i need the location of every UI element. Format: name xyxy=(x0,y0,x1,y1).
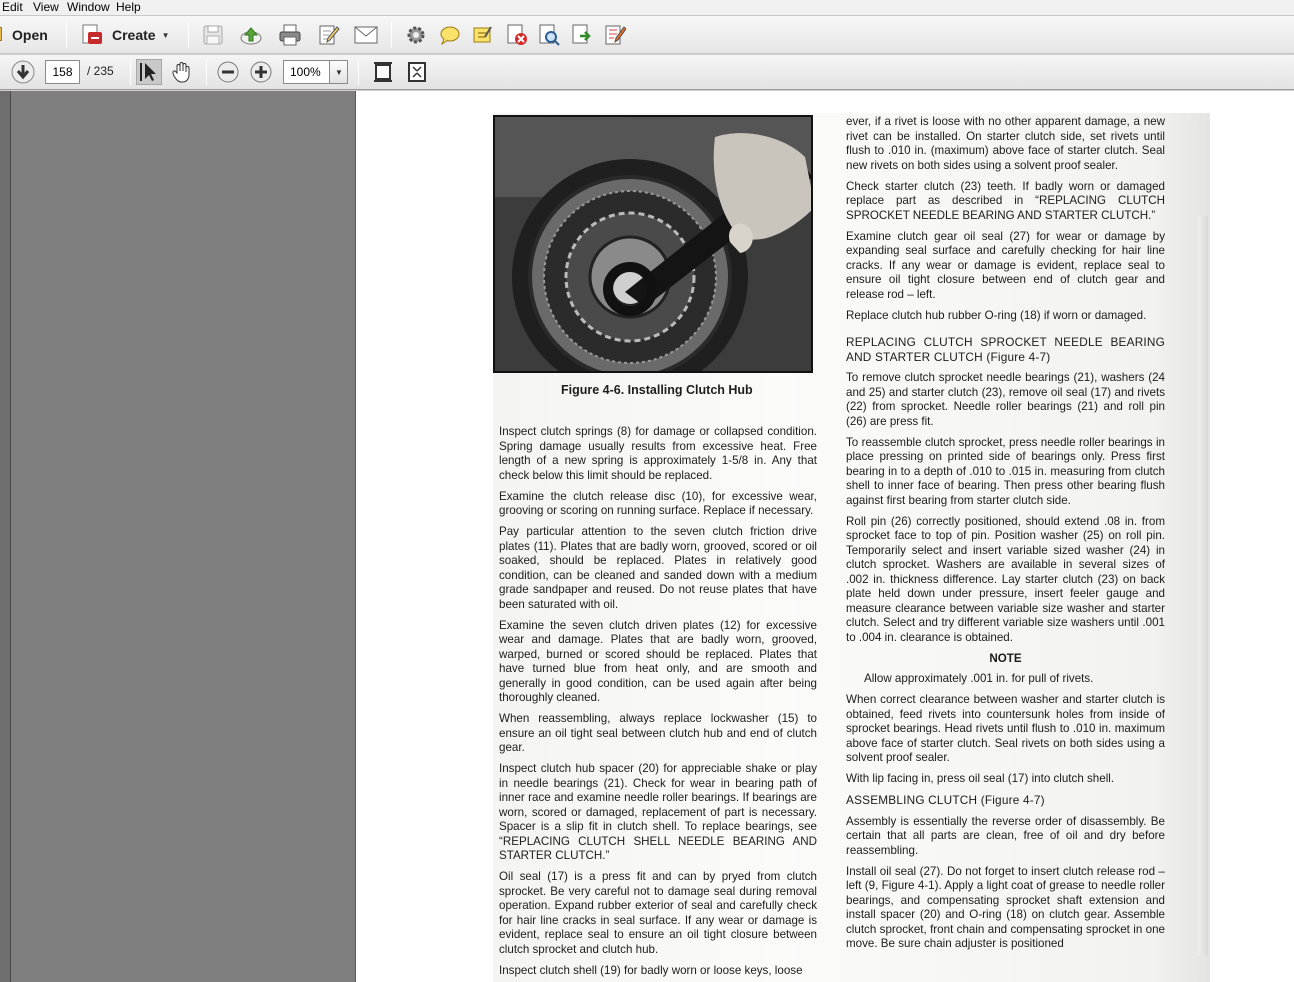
paragraph: Examine the seven clutch driven plates (… xyxy=(499,618,817,705)
toolbar-separator xyxy=(391,22,392,48)
zoom-in-icon[interactable] xyxy=(250,61,272,83)
paragraph: Assembly is essentially the reverse orde… xyxy=(846,814,1165,857)
find-icon[interactable] xyxy=(538,24,560,46)
hand-tool-icon[interactable] xyxy=(170,60,194,84)
open-button[interactable]: Open xyxy=(0,24,48,46)
menu-window[interactable]: Window xyxy=(67,0,110,14)
paragraph: Oil seal (17) is a press fit and can by … xyxy=(499,870,817,956)
sign-icon[interactable] xyxy=(604,24,626,46)
figure-photo-clutch-hub xyxy=(493,115,813,373)
upload-icon[interactable] xyxy=(239,24,263,46)
zoom-dropdown[interactable]: ▼ xyxy=(329,60,348,84)
select-tool-icon[interactable] xyxy=(136,59,162,85)
toolbar-separator xyxy=(358,59,359,85)
print-icon[interactable] xyxy=(278,24,302,46)
paragraph: Inspect clutch springs (8) for damage or… xyxy=(499,425,817,482)
settings-icon[interactable] xyxy=(406,25,426,45)
figure-caption: Figure 4-6. Installing Clutch Hub xyxy=(561,383,753,397)
left-text-column: Inspect clutch springs (8) for damage or… xyxy=(499,425,817,982)
menu-view[interactable]: View xyxy=(33,0,59,14)
paragraph: Pay particular attention to the seven cl… xyxy=(499,525,817,611)
full-screen-icon[interactable] xyxy=(407,61,427,83)
email-icon[interactable] xyxy=(354,26,378,44)
paragraph: To remove clutch sprocket needle bearing… xyxy=(846,371,1165,428)
page-total: / 235 xyxy=(87,64,114,78)
section-heading: ASSEMBLING CLUTCH (Figure 4-7) xyxy=(846,793,1045,807)
pdf-page[interactable]: Figure 4-6. Installing Clutch Hub Inspec… xyxy=(355,91,1294,982)
create-label: Create xyxy=(112,27,156,43)
comment-icon[interactable] xyxy=(439,25,461,45)
zoom-input[interactable] xyxy=(283,60,329,84)
scan-shadow xyxy=(1198,216,1208,956)
right-text-column: ever, if a rivet is loose with no other … xyxy=(846,115,1165,958)
create-pdf-icon xyxy=(82,24,102,44)
zoom-out-icon[interactable] xyxy=(217,61,239,83)
create-button[interactable]: Create ▼ xyxy=(80,23,170,47)
toolbar-separator xyxy=(130,59,131,85)
chevron-down-icon: ▼ xyxy=(161,30,170,40)
open-label: Open xyxy=(12,27,48,43)
paragraph: Replace clutch hub rubber O-ring (18) if… xyxy=(846,308,1147,322)
fit-page-icon[interactable] xyxy=(373,61,393,83)
paragraph: Roll pin (26) correctly positioned, shou… xyxy=(846,514,1165,644)
navigation-pane[interactable] xyxy=(0,91,11,982)
delete-pdf-icon[interactable] xyxy=(506,24,528,46)
paragraph: Examine the clutch release disc (10), fo… xyxy=(499,489,817,518)
paragraph: Inspect clutch shell (19) for badly worn… xyxy=(499,963,803,977)
edit-icon[interactable] xyxy=(317,24,341,46)
paragraph: When reassembling, always replace lockwa… xyxy=(499,712,817,754)
menu-edit[interactable]: Edit xyxy=(2,0,23,14)
down-arrow-icon[interactable] xyxy=(11,60,35,84)
export-icon[interactable] xyxy=(571,24,593,46)
chevron-down-icon: ▼ xyxy=(335,68,343,77)
highlight-icon[interactable] xyxy=(472,25,494,45)
menu-help[interactable]: Help xyxy=(116,0,141,14)
paragraph: Install oil seal (27). Do not forget to … xyxy=(846,864,1165,951)
open-folder-icon xyxy=(0,27,2,41)
main-toolbar: Open Create ▼ xyxy=(0,16,1294,54)
paragraph: ever, if a rivet is loose with no other … xyxy=(846,115,1165,172)
note-title: NOTE xyxy=(989,651,1022,665)
toolbar-separator xyxy=(66,22,67,48)
menu-bar: Edit View Window Help xyxy=(0,0,1294,16)
paragraph: With lip facing in, press oil seal (17) … xyxy=(846,772,1115,785)
page-number-input[interactable] xyxy=(45,60,80,84)
save-icon[interactable] xyxy=(202,24,224,46)
paragraph: Examine clutch gear oil seal (27) for we… xyxy=(846,229,1165,301)
toolbar-separator xyxy=(188,22,189,48)
paragraph: When correct clearance between washer an… xyxy=(846,693,1165,764)
paragraph: Check starter clutch (23) teeth. If badl… xyxy=(846,179,1165,222)
paragraph: Inspect clutch hub spacer (20) for appre… xyxy=(499,762,817,862)
note-text: Allow approximately .001 in. for pull of… xyxy=(864,672,1094,685)
section-heading: REPLACING CLUTCH SPROCKET NEEDLE BEARING… xyxy=(846,335,1165,364)
toolbar-separator xyxy=(206,59,207,85)
paragraph: To reassemble clutch sprocket, press nee… xyxy=(846,435,1165,507)
navigation-toolbar xyxy=(0,55,1294,90)
